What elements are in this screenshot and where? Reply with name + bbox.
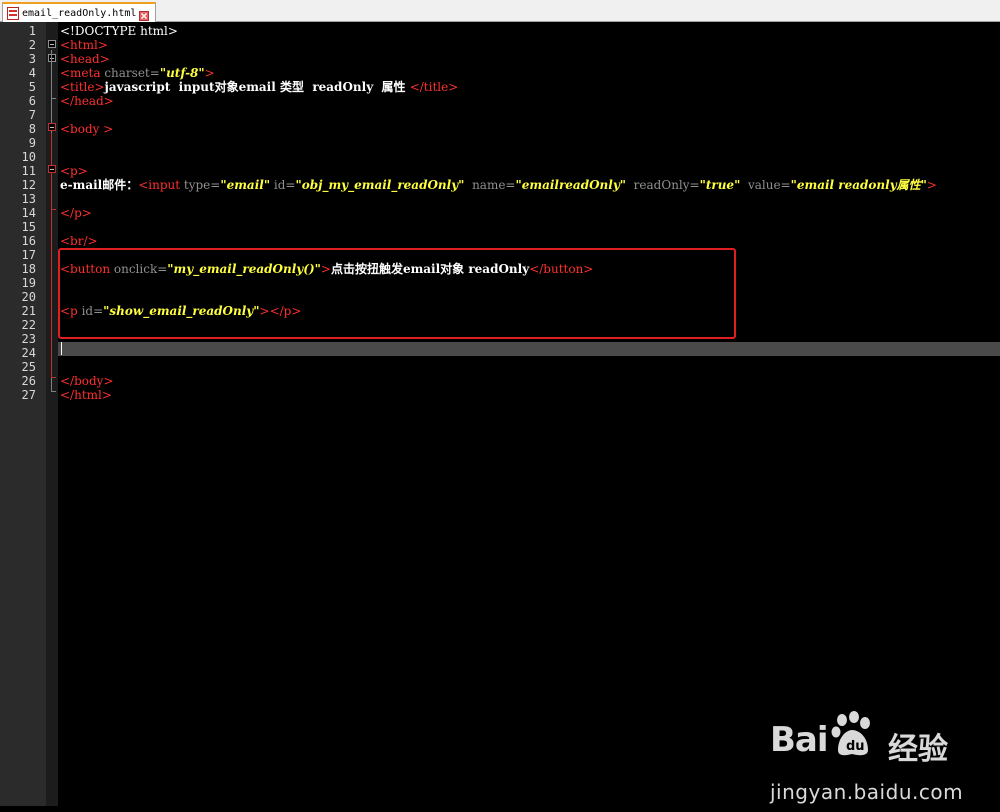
line-number: 23 — [21, 332, 36, 346]
line-number: 2 — [28, 38, 36, 52]
tab-label: email_readOnly.html — [22, 7, 137, 19]
svg-text:du: du — [846, 739, 865, 754]
code-line-3[interactable]: <head> — [60, 52, 110, 66]
line-number: 21 — [21, 304, 36, 318]
line-number: 1 — [28, 24, 36, 38]
line-number: 27 — [21, 388, 36, 402]
line-number: 20 — [21, 290, 36, 304]
fold-toggle-icon[interactable] — [48, 123, 56, 131]
line-number: 8 — [28, 122, 36, 136]
line-number: 14 — [21, 206, 36, 220]
line-number: 9 — [28, 136, 36, 150]
line-number: 15 — [21, 220, 36, 234]
line-number: 22 — [21, 318, 36, 332]
line-number-gutter: 1 2 3 4 5 6 7 8 9 10 11 12 13 14 15 16 17 18 19 20 21 22 23 24 2… — [0, 22, 46, 806]
paw-logo-icon: du — [828, 710, 876, 758]
fold-end-marker — [51, 209, 56, 210]
fold-guide — [51, 175, 52, 209]
line-number: 24 — [21, 346, 36, 360]
baidu-jingyan-watermark: Bai du 经验 jingyan.baidu.com — [770, 711, 990, 812]
line-number: 17 — [21, 248, 36, 262]
code-line-4[interactable]: <meta charset="utf-8"> — [60, 66, 215, 80]
code-line-5[interactable]: <title>javascript input对象email 类型 readOn… — [60, 80, 458, 94]
code-line-26[interactable]: </body> — [60, 374, 114, 388]
line-number: 18 — [21, 262, 36, 276]
code-line-12[interactable]: e-mail邮件：<input type="email" id="obj_my_… — [60, 178, 937, 192]
fold-toggle-icon[interactable] — [48, 40, 56, 48]
code-line-8[interactable]: <body > — [60, 122, 113, 136]
tab-bar: email_readOnly.html — [0, 0, 1000, 22]
file-tab[interactable]: email_readOnly.html — [2, 2, 157, 22]
current-line-highlight — [58, 342, 1000, 356]
code-line-1[interactable]: <!DOCTYPE html> — [60, 24, 178, 38]
line-number: 16 — [21, 234, 36, 248]
text-caret — [61, 342, 62, 355]
line-number: 3 — [28, 52, 36, 66]
line-number: 6 — [28, 94, 36, 108]
line-number: 7 — [28, 108, 36, 122]
html-file-icon — [7, 6, 19, 20]
code-line-14[interactable]: </p> — [60, 206, 92, 220]
fold-end-marker — [51, 377, 56, 378]
code-editor[interactable]: 1 2 3 4 5 6 7 8 9 10 11 12 13 14 15 16 17 18 19 20 21 22 23 24 2… — [0, 22, 1000, 806]
line-number: 5 — [28, 80, 36, 94]
code-line-2[interactable]: <html> — [60, 38, 108, 52]
line-number: 11 — [21, 164, 36, 178]
fold-margin — [46, 22, 58, 806]
fold-toggle-icon[interactable] — [48, 165, 56, 173]
line-number: 19 — [21, 276, 36, 290]
watermark-product: 经验 — [888, 732, 948, 767]
line-number: 25 — [21, 360, 36, 374]
close-icon[interactable] — [139, 8, 150, 21]
fold-end-marker — [51, 391, 56, 392]
line-number: 13 — [21, 192, 36, 206]
line-number: 4 — [28, 66, 36, 80]
watermark-brand: Bai — [770, 720, 829, 760]
line-number: 26 — [21, 374, 36, 388]
code-line-27[interactable]: </html> — [60, 388, 112, 402]
watermark-url: jingyan.baidu.com — [770, 780, 964, 804]
line-number: 10 — [21, 150, 36, 164]
fold-toggle-icon[interactable] — [48, 54, 56, 62]
code-line-11[interactable]: <p> — [60, 164, 88, 178]
code-line-16[interactable]: <br/> — [60, 234, 98, 248]
code-line-6[interactable]: </head> — [60, 94, 114, 108]
annotation-highlight-box — [58, 248, 736, 339]
line-number: 12 — [21, 178, 36, 192]
